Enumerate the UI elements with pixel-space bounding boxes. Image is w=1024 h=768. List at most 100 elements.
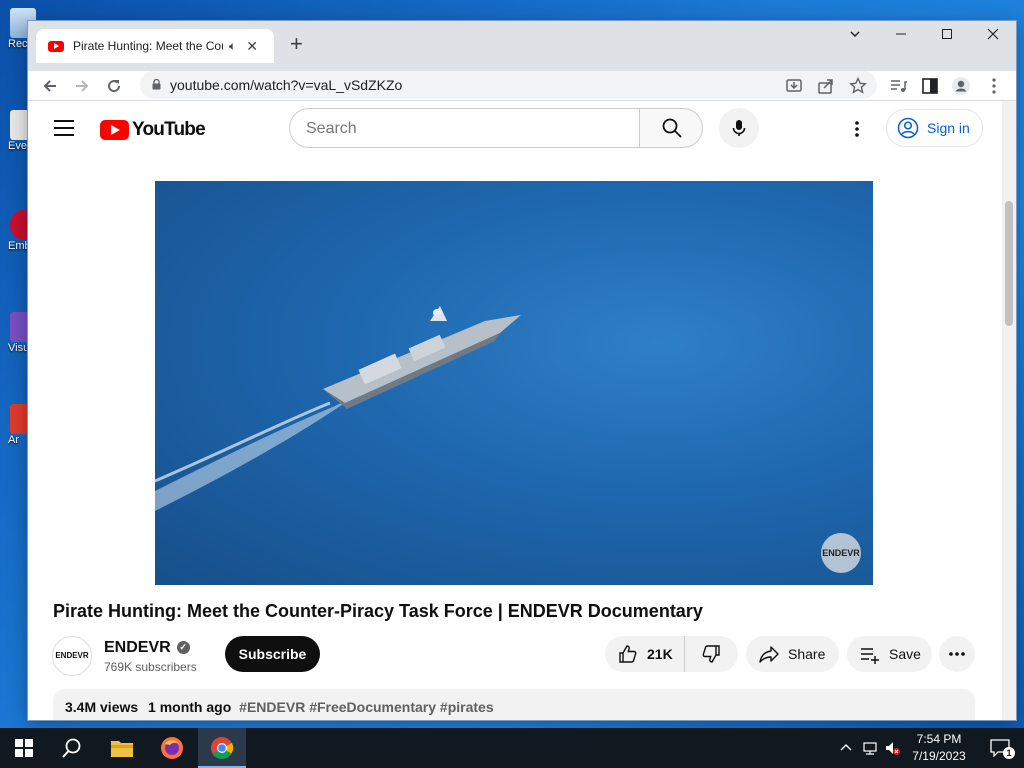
address-bar[interactable]: youtube.com/watch?v=vaL_vSdZKZo [140,71,877,99]
thumbs-up-icon [619,645,637,663]
close-tab-icon[interactable]: ✕ [246,38,258,55]
channel-owner: ENDEVR ENDEVR ✓ 769K subscribers [52,636,197,676]
desktop-icon-label: Eve [8,140,27,152]
upload-age: 1 month ago [148,699,232,715]
dislike-button[interactable] [685,643,737,665]
close-icon [987,28,999,40]
clock-date: 7/19/2023 [912,749,966,763]
settings-kebab-icon[interactable] [847,119,867,139]
bookmark-star-icon[interactable] [848,76,868,96]
thumbs-down-icon [702,645,720,663]
share-button[interactable]: Share [746,636,839,672]
tab-search-button[interactable] [832,21,878,51]
youtube-logo[interactable]: YouTube [100,119,206,141]
youtube-header: YouTube Search Sign in [28,101,1002,157]
desktop-icon-recycle-bin[interactable]: Rec [0,8,36,50]
subscriber-count: 769K subscribers [104,659,197,674]
video-player[interactable]: ENDEVR [155,181,873,585]
chevron-up-icon[interactable] [838,740,854,756]
start-button[interactable] [0,728,48,768]
media-queue-icon[interactable] [888,76,908,96]
install-app-icon[interactable] [784,76,804,96]
hashtags[interactable]: #ENDEVR #FreeDocumentary #pirates [239,699,493,715]
firefox-icon [161,737,183,759]
view-count: 3.4M views [65,699,139,715]
scrollbar-thumb[interactable] [1005,201,1013,326]
sign-in-button[interactable]: Sign in [886,109,983,147]
reload-icon [108,80,121,93]
browser-menu-icon[interactable] [984,76,1004,96]
volume-muted-icon[interactable] [884,740,900,756]
like-count: 21K [647,646,673,662]
more-actions-button[interactable] [939,636,975,672]
description-box[interactable]: 3.4M views 1 month ago #ENDEVR #FreeDocu… [53,689,975,720]
lock-icon [152,79,161,90]
youtube-play-icon [100,120,129,140]
arrow-right-icon [76,80,89,92]
search-icon [662,118,682,138]
taskbar-search-button[interactable] [48,728,96,768]
maximize-button[interactable] [924,21,970,51]
back-button[interactable] [36,71,64,101]
like-dislike-group: 21K [605,636,738,672]
desktop-icon-ar[interactable]: Ar [0,404,36,446]
subscribe-button[interactable]: Subscribe [225,636,320,672]
like-button[interactable]: 21K [605,636,685,672]
folder-icon [111,741,133,757]
youtube-wordmark: YouTube [132,119,206,140]
speaker-icon[interactable]: 🔈︎ [229,39,236,54]
channel-info: ENDEVR ✓ 769K subscribers [104,639,197,674]
desktop-icon-visual-studio[interactable]: Visu [0,312,36,354]
arrow-left-icon [43,80,56,92]
network-icon[interactable] [862,740,878,756]
channel-watermark[interactable]: ENDEVR [821,533,861,573]
tab-strip: Pirate Hunting: Meet the Cou 🔈︎ ✕ + [28,21,1016,71]
desktop-icon-label: Ar [8,434,19,446]
page-scrollbar[interactable] [1002,101,1016,720]
minimize-icon [896,33,906,35]
side-panel-icon[interactable] [920,76,940,96]
save-label: Save [889,646,921,662]
reload-button[interactable] [100,71,128,101]
windows-logo-icon [15,739,33,757]
add-to-playlist-icon [861,648,879,664]
browser-toolbar: youtube.com/watch?v=vaL_vSdZKZo [28,71,1016,101]
tab-youtube[interactable]: Pirate Hunting: Meet the Cou 🔈︎ ✕ [36,29,274,63]
voice-search-button[interactable] [719,108,759,148]
share-label: Share [788,646,826,662]
youtube-favicon-icon [48,40,64,52]
desktop-icon-label: Emb De [8,240,30,252]
maximize-icon [942,29,952,39]
minimize-button[interactable] [878,21,924,51]
channel-name-row[interactable]: ENDEVR ✓ [104,639,197,657]
chrome-icon [211,737,234,759]
guide-menu-icon[interactable] [54,120,74,136]
system-clock[interactable]: 7:54 PM 7/19/2023 [908,731,970,765]
desktop-icon-eve[interactable]: Eve [0,110,36,152]
taskbar-chrome[interactable] [198,728,246,768]
search-button[interactable] [639,108,703,148]
forward-button[interactable] [68,71,96,101]
verified-check-icon: ✓ [176,641,190,654]
new-tab-button[interactable]: + [290,33,303,55]
desktop-icon-emb[interactable]: Emb De [0,210,36,253]
search-input[interactable]: Search [289,108,640,148]
microphone-icon [732,120,746,136]
video-frame-ship [155,306,521,511]
sign-in-label: Sign in [927,120,970,136]
taskbar-firefox[interactable] [148,728,196,768]
search-icon [62,738,81,758]
share-arrow-icon [759,646,779,663]
share-page-icon[interactable] [816,76,836,96]
taskbar-file-explorer[interactable] [98,728,146,768]
profile-icon[interactable] [951,76,971,96]
clock-time: 7:54 PM [916,732,962,746]
close-window-button[interactable] [970,21,1016,51]
action-center-button[interactable]: 1 [976,728,1024,768]
tab-title: Pirate Hunting: Meet the Cou [73,39,223,53]
save-button[interactable]: Save [847,636,932,672]
desktop-icon-label: Rec [8,38,28,50]
chevron-down-icon [850,31,860,38]
account-icon [897,117,919,139]
channel-avatar[interactable]: ENDEVR [52,636,92,676]
